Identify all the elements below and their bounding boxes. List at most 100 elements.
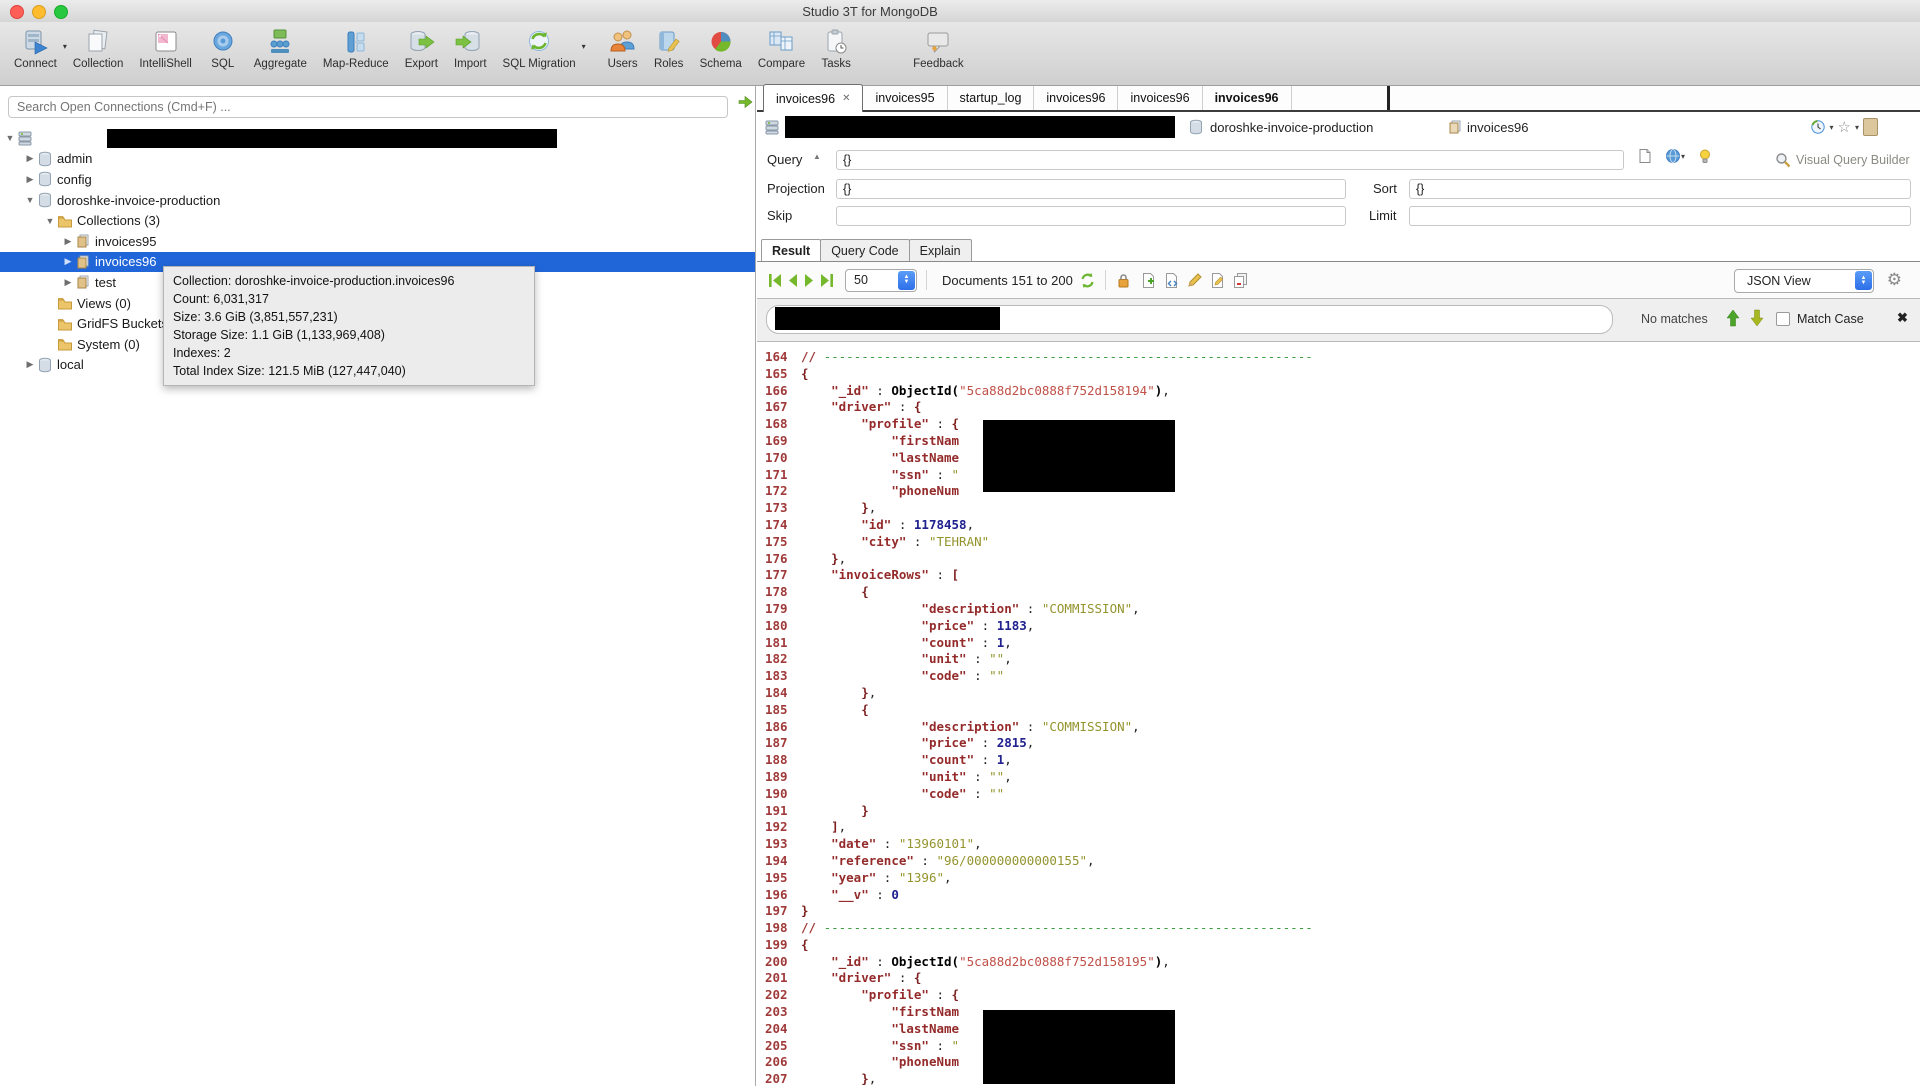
view-mode-value: JSON View <box>1747 274 1811 288</box>
aggregate-button[interactable]: Aggregate <box>246 28 315 70</box>
query-input[interactable] <box>836 150 1624 170</box>
insert-code-icon[interactable] <box>1163 272 1180 289</box>
collection-button[interactable]: Collection <box>65 28 132 70</box>
close-tab-icon[interactable]: ✕ <box>842 93 850 104</box>
find-previous-arrow-icon[interactable] <box>1725 309 1741 332</box>
visual-query-builder-button[interactable]: Visual Query Builder <box>1775 152 1910 168</box>
chevron-down-icon[interactable]: ▼ <box>3 133 17 143</box>
favorites-star-icon[interactable]: ☆ <box>1838 118 1851 136</box>
connect-button[interactable]: Connect▾ <box>6 28 65 70</box>
breadcrumb-database[interactable]: doroshke-invoice-production <box>1210 120 1373 135</box>
projection-input[interactable] <box>836 179 1346 199</box>
previous-page-button[interactable] <box>784 272 801 289</box>
tasks-icon <box>821 28 851 56</box>
magnifier-icon <box>1775 152 1791 168</box>
line-number: 196 <box>757 887 801 904</box>
page-size-select[interactable]: 50 ▲▼ <box>845 269 917 292</box>
history-dropdown-caret-icon[interactable]: ▾ <box>1830 123 1834 132</box>
editor-line: 180 "price" : 1183, <box>757 618 1920 635</box>
collapse-sidebar-arrow-icon[interactable] <box>738 94 754 110</box>
notes-icon[interactable] <box>1863 118 1878 136</box>
limit-input[interactable] <box>1409 206 1911 226</box>
tab-invoices96[interactable]: invoices96 <box>1118 86 1202 110</box>
sort-input[interactable] <box>1409 179 1911 199</box>
breadcrumb-collection[interactable]: invoices96 <box>1467 120 1528 135</box>
tree-item-doroshke-invoice-production[interactable]: ▼doroshke-invoice-production <box>0 190 755 211</box>
chevron-down-icon[interactable]: ▼ <box>23 195 37 205</box>
result-tab-query-code[interactable]: Query Code <box>820 239 909 261</box>
import-button[interactable]: Import <box>446 28 495 70</box>
copy-document-icon[interactable] <box>1232 272 1249 289</box>
view-mode-select[interactable]: JSON View ▲▼ <box>1734 269 1874 293</box>
tasks-button[interactable]: Tasks <box>813 28 859 70</box>
import-icon <box>455 28 485 56</box>
chevron-right-icon[interactable]: ▶ <box>23 153 37 164</box>
tab-startup_log[interactable]: startup_log <box>948 86 1035 110</box>
favorites-dropdown-caret-icon[interactable]: ▾ <box>1855 123 1859 132</box>
zoom-window-button[interactable] <box>54 5 68 19</box>
line-number: 183 <box>757 668 801 685</box>
run-query-caret-icon[interactable]: ▾ <box>1681 152 1685 161</box>
folder-icon <box>57 295 73 311</box>
tree-item-admin[interactable]: ▶admin <box>0 149 755 170</box>
map-reduce-button[interactable]: Map-Reduce <box>315 28 397 70</box>
editor-lines: 164// ----------------------------------… <box>757 349 1920 1086</box>
open-query-document-icon[interactable] <box>1637 148 1653 164</box>
schema-button[interactable]: Schema <box>692 28 750 70</box>
find-next-arrow-icon[interactable] <box>1749 309 1765 332</box>
result-tab-explain[interactable]: Explain <box>909 239 972 261</box>
tab-invoices95[interactable]: invoices95 <box>863 86 947 110</box>
query-history-icon[interactable] <box>1810 119 1826 135</box>
skip-input[interactable] <box>836 206 1346 226</box>
tree-item-config[interactable]: ▶config <box>0 169 755 190</box>
explain-lightbulb-icon[interactable] <box>1697 148 1713 164</box>
dropdown-caret-icon[interactable]: ▾ <box>582 42 586 51</box>
next-page-button[interactable] <box>801 272 818 289</box>
roles-button[interactable]: Roles <box>646 28 692 70</box>
sql-migration-button[interactable]: SQL Migration▾ <box>495 28 584 70</box>
refresh-icon[interactable] <box>1079 272 1096 289</box>
collapse-query-icon[interactable]: ▲ <box>813 152 821 161</box>
toolbar-button-label: Connect <box>14 58 57 70</box>
search-connections-input[interactable] <box>8 96 728 118</box>
tree-item-connection[interactable]: ▼ <box>0 128 755 149</box>
toolbar-button-label: Aggregate <box>254 58 307 70</box>
toolbar-button-label: Roles <box>654 58 683 70</box>
tree-item-invoices95[interactable]: ▶invoices95 <box>0 231 755 252</box>
close-window-button[interactable] <box>10 5 24 19</box>
edit-document-icon[interactable] <box>1209 272 1226 289</box>
line-number: 176 <box>757 551 801 568</box>
intellishell-button[interactable]: IntelliShell <box>131 28 199 70</box>
run-query-globe-icon[interactable] <box>1665 148 1681 164</box>
lock-icon[interactable] <box>1115 272 1132 289</box>
editor-line: 207 }, <box>757 1071 1920 1086</box>
editor-line: 194 "reference" : "96/000000000000155", <box>757 853 1920 870</box>
feedback-button[interactable]: Feedback <box>905 28 972 70</box>
chevron-down-icon[interactable]: ▼ <box>43 216 57 226</box>
redacted-profile-values <box>983 420 1175 492</box>
minimize-window-button[interactable] <box>32 5 46 19</box>
close-find-bar-icon[interactable]: ✖ <box>1897 310 1908 326</box>
edit-pencil-icon[interactable] <box>1186 272 1203 289</box>
chevron-right-icon[interactable]: ▶ <box>61 277 75 288</box>
first-page-button[interactable] <box>767 272 784 289</box>
users-button[interactable]: Users <box>600 28 646 70</box>
sql-button[interactable]: SQL <box>200 28 246 70</box>
chevron-right-icon[interactable]: ▶ <box>61 256 75 267</box>
tab-invoices96[interactable]: invoices96✕ <box>763 84 863 112</box>
tree-item-collections-3-[interactable]: ▼Collections (3) <box>0 210 755 231</box>
chevron-right-icon[interactable]: ▶ <box>23 174 37 185</box>
export-button[interactable]: Export <box>397 28 446 70</box>
chevron-right-icon[interactable]: ▶ <box>23 359 37 370</box>
tab-invoices96[interactable]: invoices96 <box>1203 86 1292 110</box>
chevron-right-icon[interactable]: ▶ <box>61 236 75 247</box>
line-number: 185 <box>757 702 801 719</box>
tab-invoices96[interactable]: invoices96 <box>1034 86 1118 110</box>
match-case-checkbox[interactable] <box>1776 312 1790 326</box>
last-page-button[interactable] <box>818 272 835 289</box>
json-result-editor[interactable]: 164// ----------------------------------… <box>757 341 1920 1086</box>
add-document-icon[interactable] <box>1140 272 1157 289</box>
compare-button[interactable]: Compare <box>750 28 813 70</box>
view-settings-gear-icon[interactable]: ⚙ <box>1887 270 1902 290</box>
result-tab-result[interactable]: Result <box>761 239 821 261</box>
